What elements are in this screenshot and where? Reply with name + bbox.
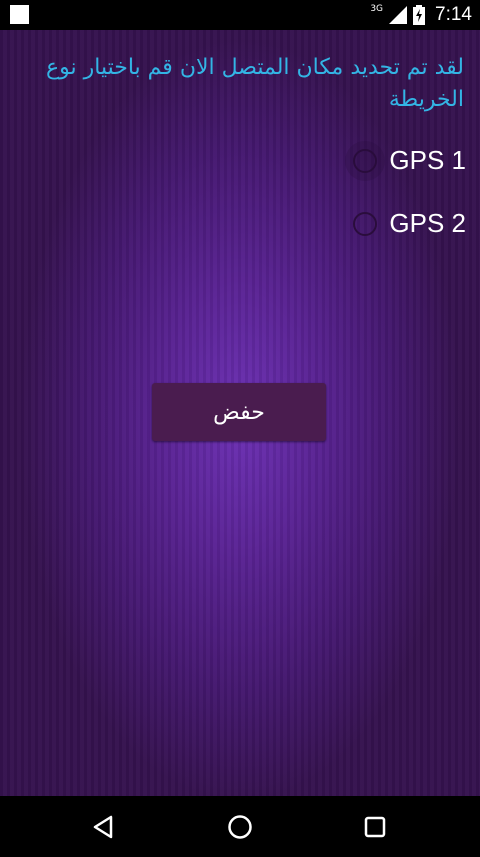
- radio-gps-1[interactable]: GPS 1: [345, 140, 466, 181]
- status-bar: 3G 7:14: [0, 0, 480, 30]
- radio-button-icon[interactable]: [345, 140, 386, 181]
- back-icon: [93, 815, 113, 839]
- recents-icon: [364, 816, 386, 838]
- network-type: 3G: [370, 4, 384, 14]
- recents-button[interactable]: [360, 812, 390, 842]
- app-notification-icon: [10, 5, 29, 24]
- navigation-bar: [0, 796, 480, 857]
- radio-label: GPS 1: [389, 145, 466, 175]
- clock: 7:14: [435, 4, 472, 25]
- battery-charging-icon: [413, 5, 426, 25]
- home-button[interactable]: [225, 812, 255, 842]
- main-content: لقد تم تحديد مكان المتصل الان قم باختيار…: [0, 30, 480, 796]
- back-button[interactable]: [88, 812, 118, 842]
- radio-button-icon[interactable]: [353, 211, 378, 236]
- save-button[interactable]: حفض: [152, 383, 326, 441]
- radio-gps-2[interactable]: GPS 2: [353, 208, 466, 239]
- signal-icon: [389, 6, 408, 24]
- home-icon: [228, 815, 252, 839]
- status-icons: 3G 7:14: [370, 0, 472, 30]
- radio-label: GPS 2: [389, 208, 466, 238]
- instruction-text: لقد تم تحديد مكان المتصل الان قم باختيار…: [46, 55, 464, 112]
